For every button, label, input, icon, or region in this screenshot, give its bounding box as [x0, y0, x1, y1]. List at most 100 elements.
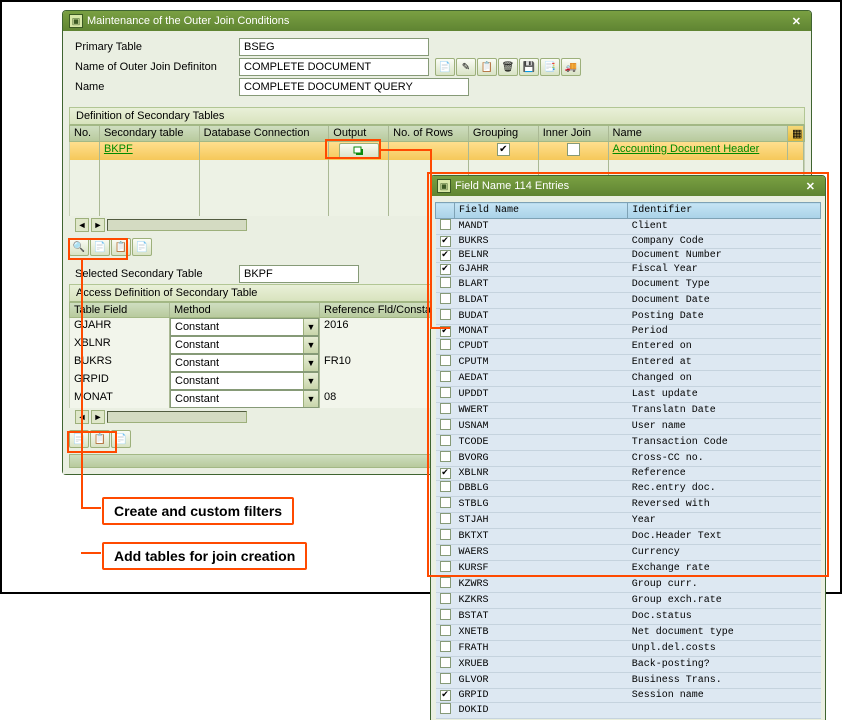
col-name[interactable]: Name: [609, 126, 788, 141]
name-field[interactable]: [239, 78, 469, 96]
field-row[interactable]: BKTXTDoc.Header Text: [436, 529, 821, 545]
field-row[interactable]: ✔MONATPeriod: [436, 325, 821, 339]
def-name-field[interactable]: [239, 58, 429, 76]
field-checkbox[interactable]: [440, 673, 451, 684]
field-row[interactable]: WWERTTranslatn Date: [436, 403, 821, 419]
field-checkbox[interactable]: [440, 703, 451, 714]
innerjoin-checkbox[interactable]: [567, 143, 580, 156]
field-checkbox[interactable]: [440, 277, 451, 288]
field-checkbox[interactable]: [440, 355, 451, 366]
field-checkbox[interactable]: ✔: [440, 250, 451, 261]
chevron-down-icon[interactable]: ▼: [303, 337, 318, 353]
col-method[interactable]: Method: [170, 303, 320, 317]
method-combo[interactable]: Constant▼: [170, 354, 319, 372]
field-row[interactable]: BLARTDocument Type: [436, 277, 821, 293]
close-icon[interactable]: ✕: [802, 180, 819, 193]
field-checkbox[interactable]: [440, 545, 451, 556]
field-row[interactable]: KZWRSGroup curr.: [436, 577, 821, 593]
new-icon[interactable]: 📄: [435, 58, 455, 76]
field-checkbox[interactable]: ✔: [440, 236, 451, 247]
field-checkbox[interactable]: [440, 435, 451, 446]
field-row[interactable]: ✔GJAHRFiscal Year: [436, 263, 821, 277]
field-row[interactable]: ✔XBLNRReference: [436, 467, 821, 481]
method-combo[interactable]: Constant▼: [170, 336, 319, 354]
chevron-down-icon[interactable]: ▼: [303, 391, 318, 407]
selected-sec-field[interactable]: [239, 265, 359, 283]
field-row[interactable]: TCODETransaction Code: [436, 435, 821, 451]
field-checkbox[interactable]: [440, 419, 451, 430]
chevron-down-icon[interactable]: ▼: [303, 319, 318, 335]
col-check[interactable]: [436, 203, 455, 219]
field-checkbox[interactable]: [440, 219, 451, 230]
field-checkbox[interactable]: [440, 339, 451, 350]
field-checkbox[interactable]: [440, 625, 451, 636]
field-checkbox[interactable]: [440, 657, 451, 668]
col-no[interactable]: No.: [70, 126, 100, 141]
field-row[interactable]: UPDDTLast update: [436, 387, 821, 403]
scroll-right-icon[interactable]: ►: [91, 410, 105, 424]
col-grouping[interactable]: Grouping: [469, 126, 539, 141]
field-row[interactable]: BUDATPosting Date: [436, 309, 821, 325]
field-row[interactable]: BSTATDoc.status: [436, 609, 821, 625]
scroll-track[interactable]: [107, 411, 247, 423]
config-col-icon[interactable]: ▦: [788, 126, 804, 141]
field-row[interactable]: DBBLGRec.entry doc.: [436, 481, 821, 497]
field-row[interactable]: AEDATChanged on: [436, 371, 821, 387]
field-row[interactable]: DOKID: [436, 703, 821, 719]
field-row[interactable]: ✔GRPIDSession name: [436, 689, 821, 703]
field-row[interactable]: ✔BUKRSCompany Code: [436, 235, 821, 249]
field-checkbox[interactable]: [440, 529, 451, 540]
field-row[interactable]: XRUEBBack-posting?: [436, 657, 821, 673]
field-checkbox[interactable]: ✔: [440, 690, 451, 701]
field-checkbox[interactable]: [440, 371, 451, 382]
method-combo[interactable]: Constant▼: [170, 372, 319, 390]
close-icon[interactable]: ✕: [788, 15, 805, 28]
field-row[interactable]: KURSFExchange rate: [436, 561, 821, 577]
field-row[interactable]: CPUTMEntered at: [436, 355, 821, 371]
list-icon[interactable]: 📋: [477, 58, 497, 76]
edit-icon[interactable]: ✎: [456, 58, 476, 76]
field-checkbox[interactable]: [440, 451, 451, 462]
scroll-right-icon[interactable]: ►: [91, 218, 105, 232]
field-row[interactable]: USNAMUser name: [436, 419, 821, 435]
save-icon[interactable]: 💾: [519, 58, 539, 76]
field-checkbox[interactable]: [440, 403, 451, 414]
chevron-down-icon[interactable]: ▼: [303, 373, 318, 389]
delete-row-icon[interactable]: 📄: [132, 238, 152, 256]
scroll-track[interactable]: [107, 219, 247, 231]
field-checkbox[interactable]: [440, 309, 451, 320]
field-checkbox[interactable]: [440, 641, 451, 652]
method-combo[interactable]: Constant▼: [170, 318, 319, 336]
field-checkbox[interactable]: [440, 593, 451, 604]
field-checkbox[interactable]: [440, 387, 451, 398]
field-checkbox[interactable]: [440, 293, 451, 304]
col-fieldname[interactable]: Field Name: [455, 203, 628, 219]
field-checkbox[interactable]: [440, 609, 451, 620]
field-checkbox[interactable]: ✔: [440, 264, 451, 275]
field-checkbox[interactable]: [440, 577, 451, 588]
grouping-checkbox[interactable]: ✔: [497, 143, 510, 156]
field-checkbox[interactable]: [440, 481, 451, 492]
col-rows[interactable]: No. of Rows: [389, 126, 469, 141]
col-innerjoin[interactable]: Inner Join: [539, 126, 609, 141]
field-row[interactable]: BLDATDocument Date: [436, 293, 821, 309]
method-combo[interactable]: Constant▼: [170, 390, 319, 408]
field-row[interactable]: GLVORBusiness Trans.: [436, 673, 821, 689]
secondary-table-link[interactable]: BKPF: [100, 142, 200, 160]
field-checkbox[interactable]: [440, 561, 451, 572]
field-row[interactable]: STBLGReversed with: [436, 497, 821, 513]
scroll-left-icon[interactable]: ◄: [75, 218, 89, 232]
field-row[interactable]: STJAHYear: [436, 513, 821, 529]
col-db[interactable]: Database Connection: [200, 126, 330, 141]
field-row[interactable]: BVORGCross-CC no.: [436, 451, 821, 467]
field-row[interactable]: KZKRSGroup exch.rate: [436, 593, 821, 609]
field-row[interactable]: WAERSCurrency: [436, 545, 821, 561]
field-row[interactable]: XNETBNet document type: [436, 625, 821, 641]
field-checkbox[interactable]: [440, 497, 451, 508]
col-table[interactable]: Secondary table: [100, 126, 200, 141]
field-row[interactable]: FRATHUnpl.del.costs: [436, 641, 821, 657]
field-row[interactable]: CPUDTEntered on: [436, 339, 821, 355]
primary-table-field[interactable]: [239, 38, 429, 56]
col-identifier[interactable]: Identifier: [628, 203, 821, 219]
field-checkbox[interactable]: [440, 513, 451, 524]
